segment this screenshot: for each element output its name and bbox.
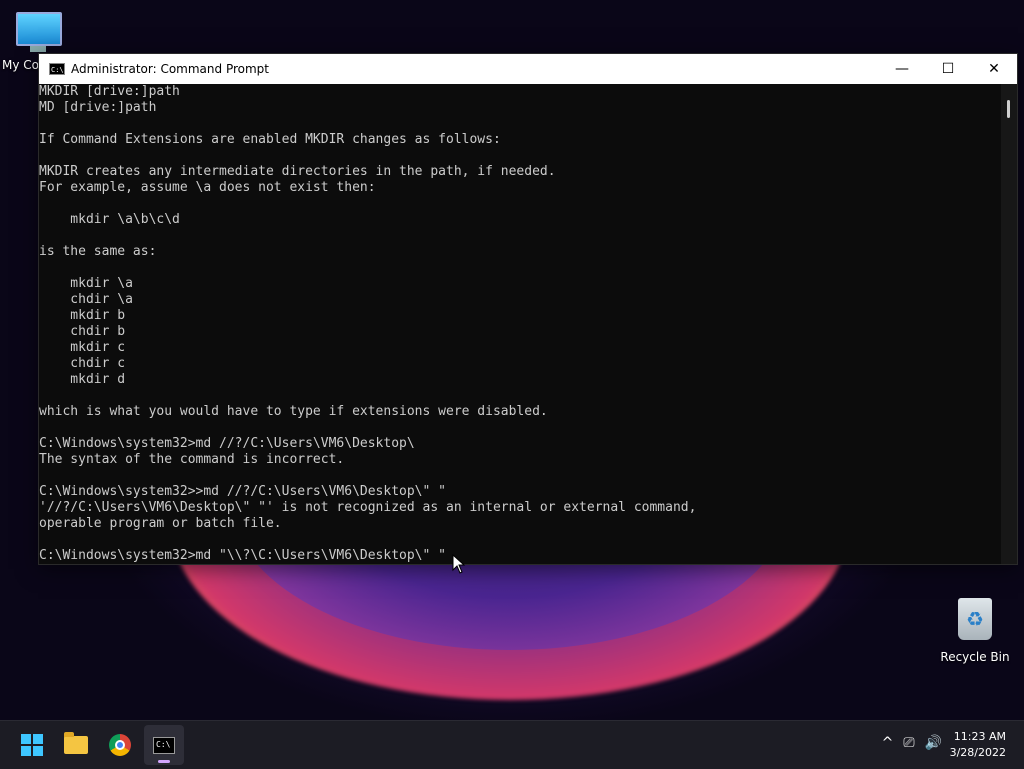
windows-logo-icon bbox=[21, 734, 43, 756]
system-tray: ^ ⎚ 🔊 bbox=[882, 735, 942, 751]
clock-time: 11:23 AM bbox=[953, 730, 1006, 743]
close-button[interactable]: ✕ bbox=[971, 54, 1017, 84]
chrome-icon bbox=[109, 734, 131, 756]
maximize-button[interactable]: ☐ bbox=[925, 54, 971, 84]
console-line: The syntax of the command is incorrect. bbox=[39, 452, 345, 467]
console-line: is the same as: bbox=[39, 244, 157, 259]
console-line: mkdir c bbox=[39, 340, 126, 355]
folder-icon bbox=[64, 732, 88, 754]
taskbar-clock[interactable]: 11:23 AM 3/28/2022 bbox=[950, 729, 1006, 761]
console-line: mkdir \a\b\c\d bbox=[39, 212, 180, 227]
console-line: C:\Windows\system32>md //?/C:\Users\VM6\… bbox=[39, 436, 415, 451]
console-line: chdir c bbox=[39, 356, 126, 371]
console-line: C:\Windows\system32>>md //?/C:\Users\VM6… bbox=[39, 484, 446, 499]
monitor-stand bbox=[30, 46, 46, 52]
console-line: MKDIR [drive:]path bbox=[39, 84, 180, 99]
scrollbar-thumb[interactable] bbox=[1007, 100, 1010, 118]
console-line: chdir b bbox=[39, 324, 126, 339]
terminal-icon: C:\ bbox=[153, 736, 175, 754]
console-output[interactable]: MKDIR [drive:]path MD [drive:]path If Comm… bbox=[39, 84, 1001, 564]
desktop-icon-my-computer[interactable]: My Co bbox=[0, 8, 76, 72]
console-line: which is what you would have to type if … bbox=[39, 404, 548, 419]
console-line: chdir \a bbox=[39, 292, 133, 307]
mouse-pointer-icon bbox=[452, 554, 466, 574]
command-prompt-taskbar-button[interactable]: C:\ bbox=[144, 725, 184, 765]
taskbar: C:\ ^ ⎚ 🔊 11:23 AM 3/28/2022 bbox=[0, 720, 1024, 769]
terminal-icon: C:\ bbox=[49, 63, 65, 75]
chrome-button[interactable] bbox=[100, 725, 140, 765]
desktop-icon-label: My Co bbox=[2, 58, 39, 72]
console-line: mkdir b bbox=[39, 308, 126, 323]
console-line: For example, assume \a does not exist th… bbox=[39, 180, 376, 195]
console-scrollbar[interactable] bbox=[1001, 84, 1017, 564]
console-line: C:\Windows\system32>md "\\?\C:\Users\VM6… bbox=[39, 548, 446, 563]
console-line: operable program or batch file. bbox=[39, 516, 282, 531]
clock-date: 3/28/2022 bbox=[949, 746, 1006, 759]
minimize-button[interactable]: — bbox=[879, 54, 925, 84]
volume-icon[interactable]: 🔊 bbox=[925, 735, 942, 751]
window-titlebar[interactable]: C:\ Administrator: Command Prompt — ☐ ✕ bbox=[39, 54, 1017, 84]
console-line: MKDIR creates any intermediate directori… bbox=[39, 164, 556, 179]
console-line: mkdir \a bbox=[39, 276, 133, 291]
file-explorer-button[interactable] bbox=[56, 725, 96, 765]
monitor-icon bbox=[16, 12, 62, 46]
console-line: mkdir d bbox=[39, 372, 126, 387]
console-line: '//?/C:\Users\VM6\Desktop\" "' is not re… bbox=[39, 500, 697, 515]
network-icon[interactable]: ⎚ bbox=[903, 735, 914, 751]
active-indicator bbox=[158, 760, 170, 763]
command-prompt-window[interactable]: C:\ Administrator: Command Prompt — ☐ ✕ … bbox=[38, 53, 1018, 565]
console-line: MD [drive:]path bbox=[39, 100, 157, 115]
desktop-icon-recycle-bin[interactable]: ♻ Recycle Bin bbox=[938, 596, 1012, 664]
desktop-icon-label: Recycle Bin bbox=[940, 650, 1010, 664]
recycle-bin-icon: ♻ bbox=[958, 598, 992, 640]
show-hidden-icons-chevron-icon[interactable]: ^ bbox=[882, 735, 894, 751]
console-line: If Command Extensions are enabled MKDIR … bbox=[39, 132, 501, 147]
start-button[interactable] bbox=[12, 725, 52, 765]
window-title: Administrator: Command Prompt bbox=[71, 62, 269, 76]
